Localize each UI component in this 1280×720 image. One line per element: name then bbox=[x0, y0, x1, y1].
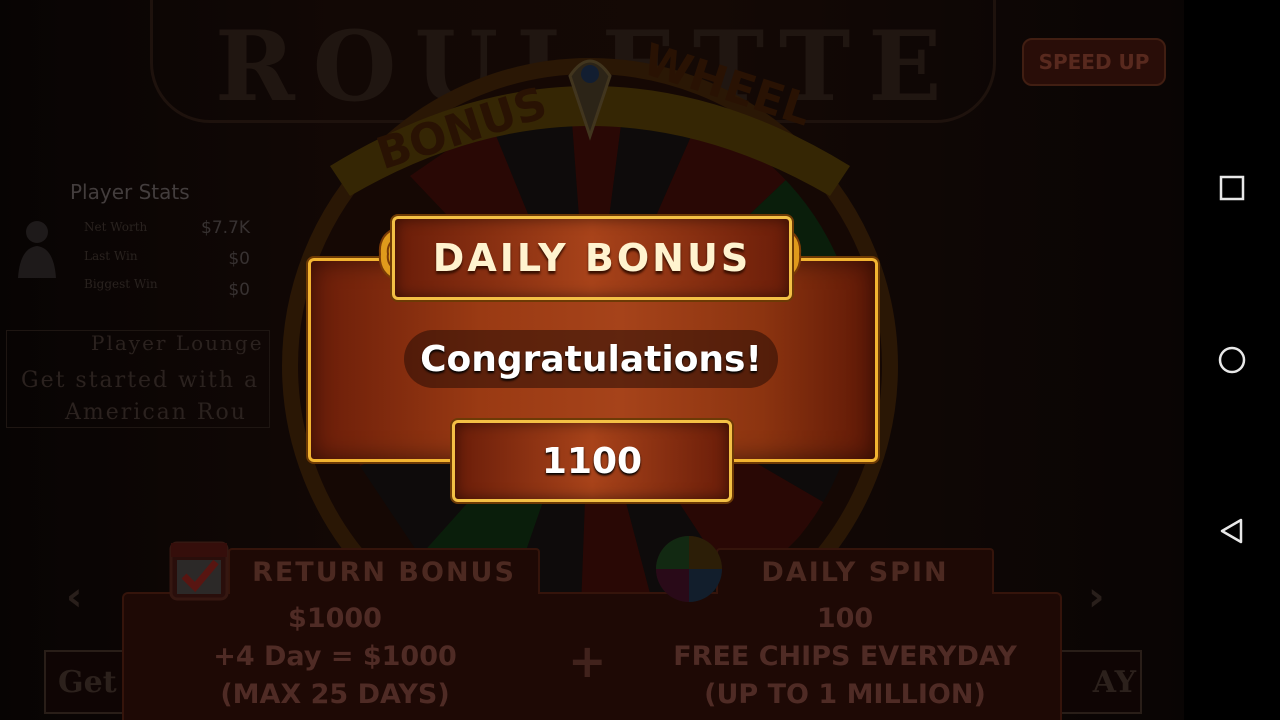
triangle-back-icon[interactable] bbox=[1218, 517, 1246, 545]
bonus-amount-button[interactable]: 1100 bbox=[452, 420, 732, 502]
congratulations-text: Congratulations! bbox=[420, 338, 762, 380]
system-nav-bar bbox=[1184, 0, 1280, 720]
daily-bonus-title: DAILY BONUS bbox=[432, 236, 752, 280]
congratulations-banner: Congratulations! bbox=[404, 330, 778, 388]
game-screen: ROULETTE SPEED UP BONUS WHEEL bbox=[0, 0, 1184, 720]
square-icon[interactable] bbox=[1218, 174, 1246, 202]
daily-bonus-header: DAILY BONUS bbox=[392, 216, 792, 300]
circle-icon[interactable] bbox=[1218, 346, 1246, 374]
bonus-amount-value: 1100 bbox=[541, 440, 643, 482]
